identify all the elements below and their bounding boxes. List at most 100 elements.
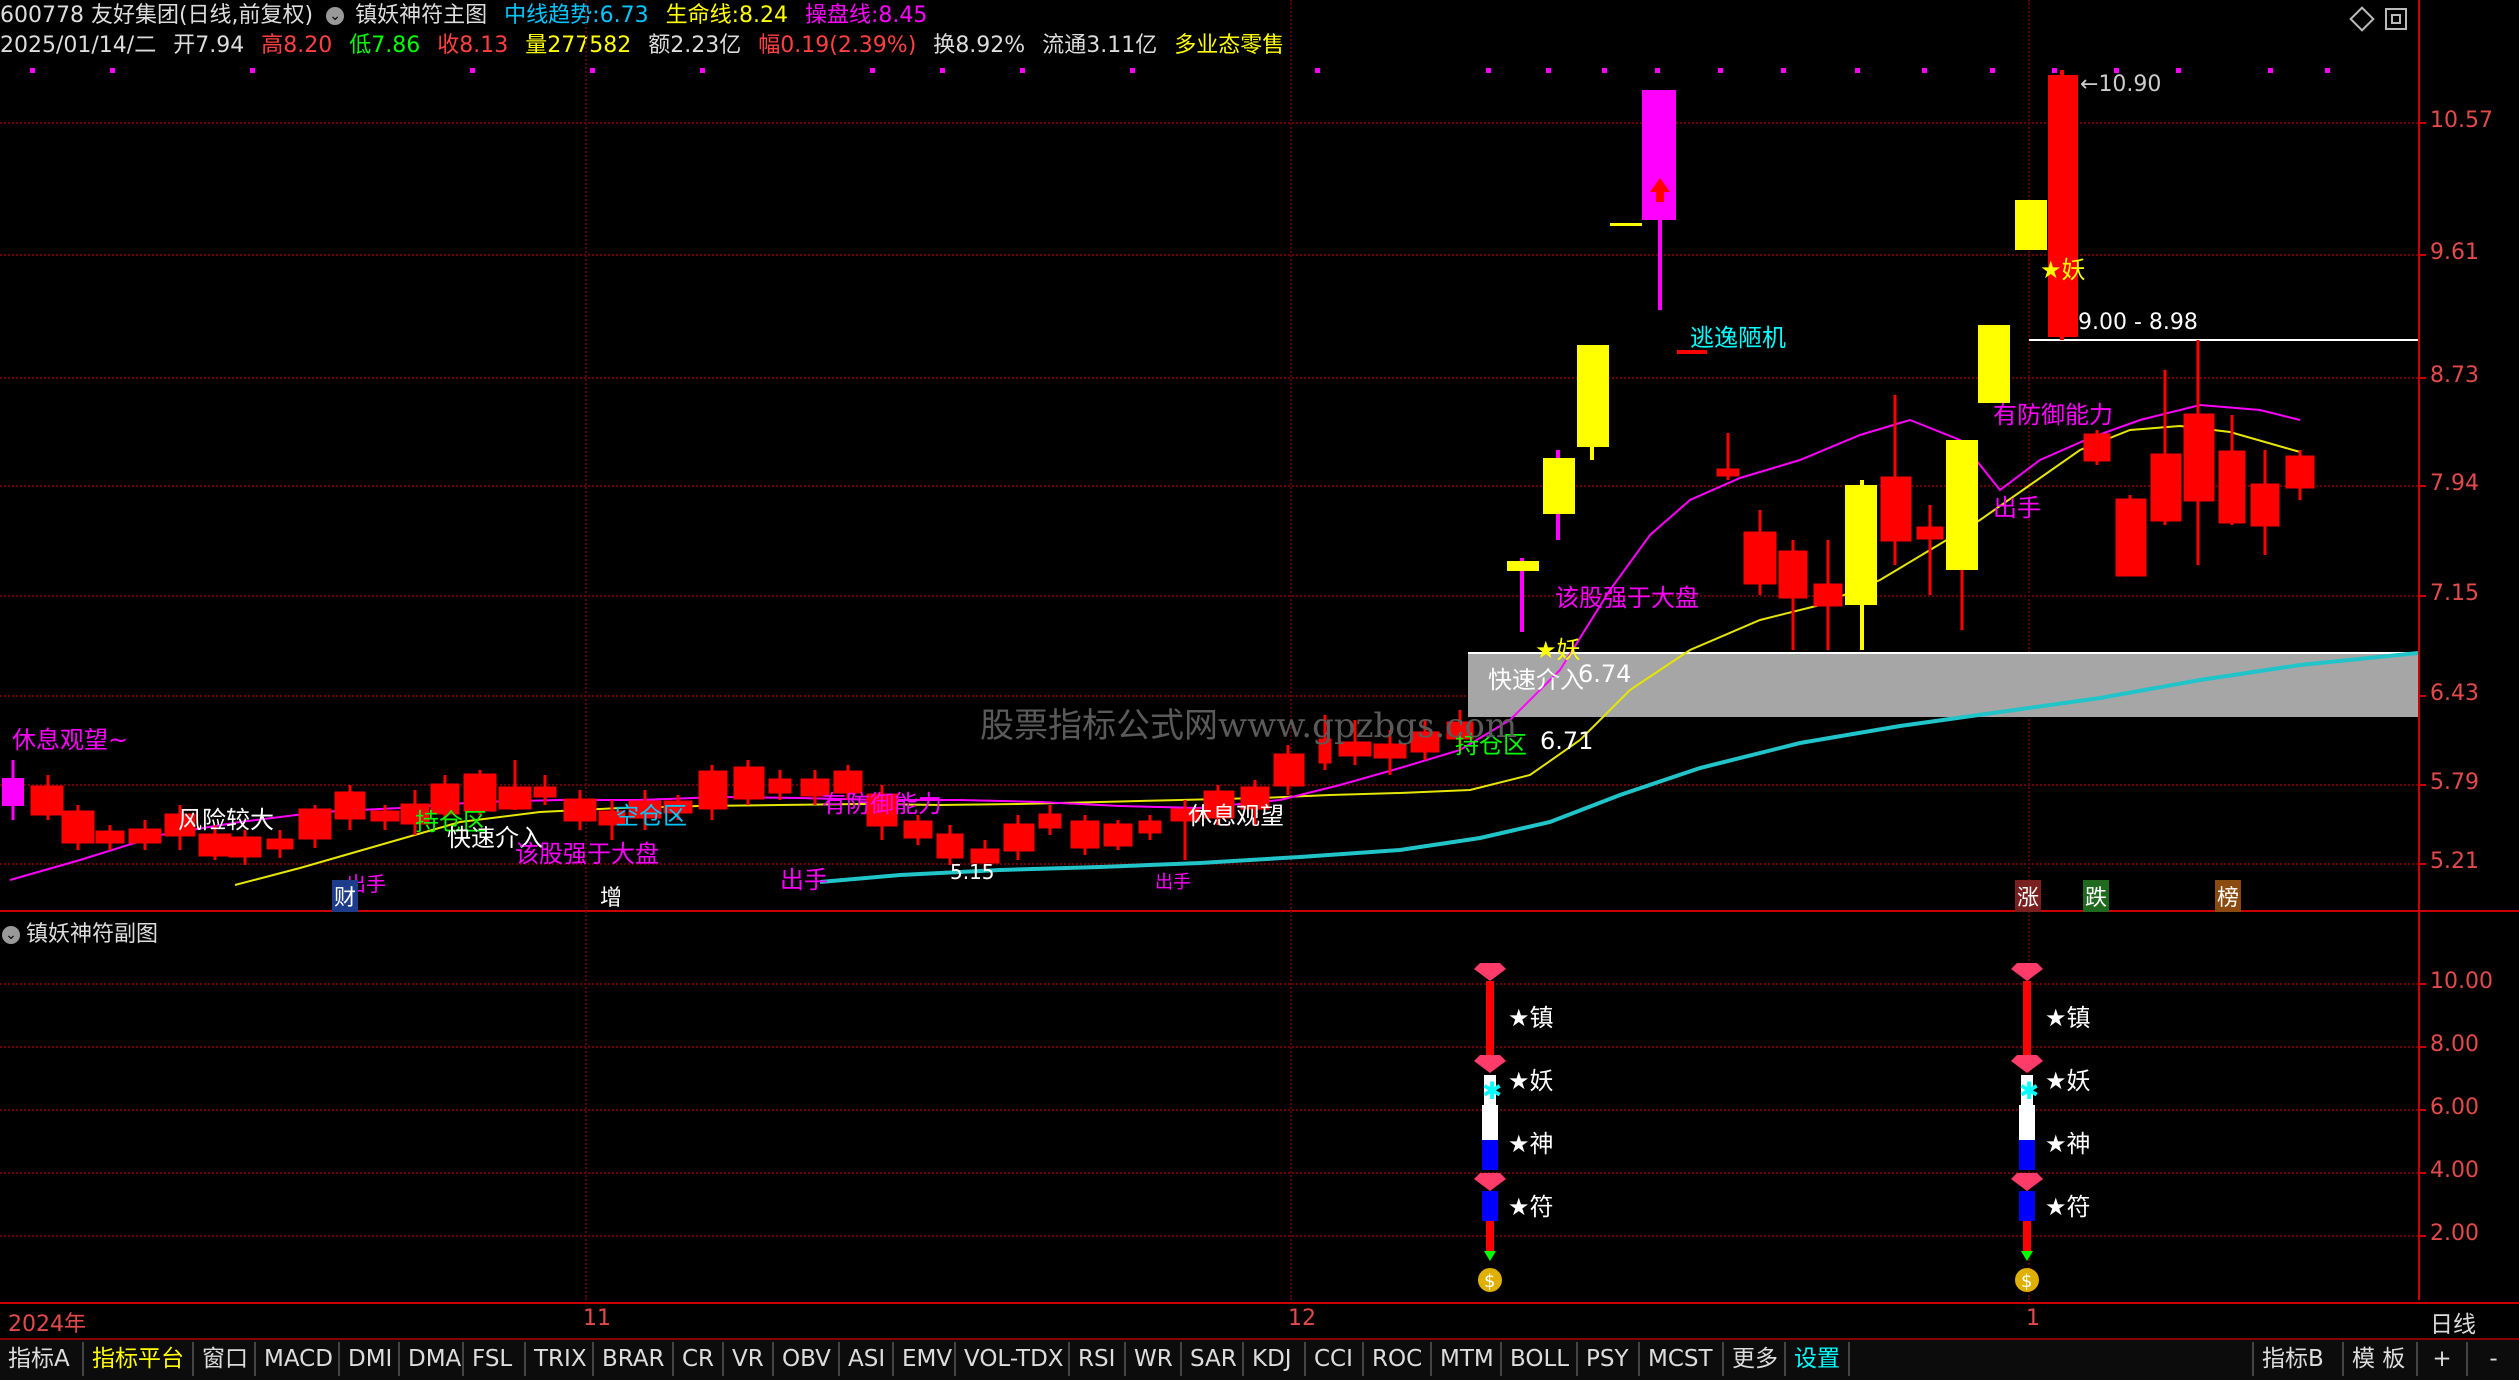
tab-asi[interactable]: ASI	[840, 1342, 894, 1376]
tab-mtm[interactable]: MTM	[1432, 1342, 1502, 1376]
sub-mark-fu: ★符	[2045, 1193, 2091, 1221]
tab-more[interactable]: 更多	[1724, 1342, 1786, 1376]
tab-brar[interactable]: BRAR	[594, 1342, 674, 1376]
annotation-bang: 榜	[2215, 880, 2242, 912]
zoom-out-button[interactable]: -	[2468, 1342, 2519, 1376]
sub-chart-header: ⌄ 镇妖神符副图	[2, 916, 158, 948]
op-line-label: 操盘线:	[804, 3, 879, 28]
sub-dropdown-icon[interactable]: ⌄	[2, 926, 20, 944]
y-axis-label: 5.21	[2430, 849, 2479, 874]
x-axis-label: 12	[1288, 1306, 1316, 1331]
tab-cci[interactable]: CCI	[1306, 1342, 1364, 1376]
tab-settings[interactable]: 设置	[1786, 1342, 1850, 1376]
annotation-top-opportunity: 逃逸陋机	[1690, 324, 1786, 352]
turnover-value: 8.92%	[955, 33, 1026, 58]
y-axis-label: 7.94	[2430, 471, 2479, 496]
svg-text:✱: ✱	[2019, 1077, 2039, 1105]
sub-mark-zhen: ★镇	[2045, 1004, 2091, 1032]
annotation-stronger2: 该股强于大盘	[1555, 584, 1699, 612]
sub-mark-fu: ★符	[1508, 1193, 1554, 1221]
zoom-in-button[interactable]: +	[2418, 1342, 2468, 1376]
open-value: 7.94	[195, 33, 245, 58]
low-value: 7.86	[371, 33, 421, 58]
axis-tick	[2418, 377, 2426, 379]
tab-trix[interactable]: TRIX	[526, 1342, 594, 1376]
annotation-defense2: 有防御能力	[1993, 401, 2113, 429]
annotation-empty-zone: 空仓区	[615, 802, 687, 830]
tab-macd[interactable]: MACD	[256, 1342, 340, 1376]
annotation-sell2: 出手	[780, 866, 828, 894]
quote-date: 2025/01/14/二	[0, 33, 157, 58]
tab-emv[interactable]: EMV	[894, 1342, 956, 1376]
window-restore-icon[interactable]	[2385, 8, 2407, 30]
axis-tick	[2418, 122, 2426, 124]
sub-chart-title[interactable]: 镇妖神符副图	[26, 922, 158, 947]
sub-mark-shen: ★神	[1508, 1130, 1554, 1158]
annotation-range: 9.00 - 8.98	[2078, 310, 2198, 335]
annotation-stronger: 该股强于大盘	[515, 840, 659, 868]
main-sub-divider	[0, 910, 2519, 912]
tab-indicator-b[interactable]: 指标B	[2252, 1342, 2344, 1376]
x-axis-label: 1	[2026, 1306, 2040, 1331]
tab-mcst[interactable]: MCST	[1640, 1342, 1724, 1376]
svg-text:✱: ✱	[1482, 1077, 1502, 1105]
y-axis-label: 6.43	[2430, 681, 2479, 706]
signal-dots	[30, 68, 2330, 73]
x-axis-label: 2024年	[8, 1312, 86, 1337]
tab-indicator-platform[interactable]: 指标平台	[84, 1342, 194, 1376]
sub-mark-yao: ★妖	[1508, 1067, 1554, 1095]
annotation-defense: 有防御能力	[822, 790, 942, 818]
annotation-rest: 休息观望~	[12, 726, 129, 754]
candlestick-chart	[2, 68, 2418, 886]
tab-fsl[interactable]: FSL	[464, 1342, 526, 1376]
period-label[interactable]: 日线	[2430, 1305, 2476, 1339]
y-axis-label: 7.15	[2430, 581, 2479, 606]
axis-tick	[2418, 863, 2426, 865]
turnover-label: 换	[933, 33, 956, 58]
close-label: 收	[437, 33, 460, 58]
svg-text:$: $	[2021, 1271, 2032, 1292]
annotation-risk: 风险较大	[178, 806, 274, 834]
open-label: 开	[173, 33, 196, 58]
y-axis-label: 2.00	[2430, 1221, 2479, 1246]
life-line-label: 生命线:	[665, 3, 739, 28]
quote-bar: 2025/01/14/二 开7.94 高8.20 低7.86 收8.13 量27…	[0, 34, 1294, 58]
tab-psy[interactable]: PSY	[1578, 1342, 1640, 1376]
annotation-rest2: 休息观望	[1188, 802, 1284, 830]
tab-indicator-a[interactable]: 指标A	[0, 1342, 84, 1376]
tab-boll[interactable]: BOLL	[1502, 1342, 1578, 1376]
tab-cr[interactable]: CR	[674, 1342, 724, 1376]
y-axis-label: 4.00	[2430, 1158, 2479, 1183]
tab-vr[interactable]: VR	[724, 1342, 774, 1376]
tab-sar[interactable]: SAR	[1182, 1342, 1244, 1376]
tab-rsi[interactable]: RSI	[1070, 1342, 1126, 1376]
axis-tick	[2418, 1235, 2426, 1237]
high-value: 8.20	[283, 33, 333, 58]
watermark: 股票指标公式网www.gpzbgs.com	[980, 706, 1518, 746]
sector-name[interactable]: 多业态零售	[1174, 33, 1284, 58]
tab-wr[interactable]: WR	[1126, 1342, 1182, 1376]
tab-kdj[interactable]: KDJ	[1244, 1342, 1306, 1376]
float-value: 3.11亿	[1086, 33, 1158, 58]
annotation-sell4: 出手	[1993, 494, 2041, 522]
tab-roc[interactable]: ROC	[1364, 1342, 1432, 1376]
amount-value: 2.23亿	[670, 33, 742, 58]
high-label: 高	[261, 33, 284, 58]
axis-tick	[2418, 983, 2426, 985]
indicator-dropdown-icon[interactable]: ⌄	[326, 7, 345, 25]
sub-mark-yao: ★妖	[2045, 1067, 2091, 1095]
tab-vol-tdx[interactable]: VOL-TDX	[956, 1342, 1070, 1376]
vol-label: 量	[525, 33, 548, 58]
annotation-price-671: 6.71	[1540, 727, 1594, 755]
tab-window[interactable]: 窗口	[194, 1342, 256, 1376]
diamond-icon[interactable]	[2349, 6, 2375, 32]
tab-dma[interactable]: DMA	[400, 1342, 464, 1376]
tab-obv[interactable]: OBV	[774, 1342, 840, 1376]
tab-template[interactable]: 模 板	[2344, 1342, 2418, 1376]
tab-dmi[interactable]: DMI	[340, 1342, 400, 1376]
y-axis-label: 10.57	[2430, 108, 2493, 133]
y-axis-label: 10.00	[2430, 969, 2493, 994]
main-indicator-name[interactable]: 镇妖神符主图	[355, 3, 487, 28]
close-value: 8.13	[459, 33, 509, 58]
annotation-fast-in2: 快速介入	[1488, 666, 1584, 694]
